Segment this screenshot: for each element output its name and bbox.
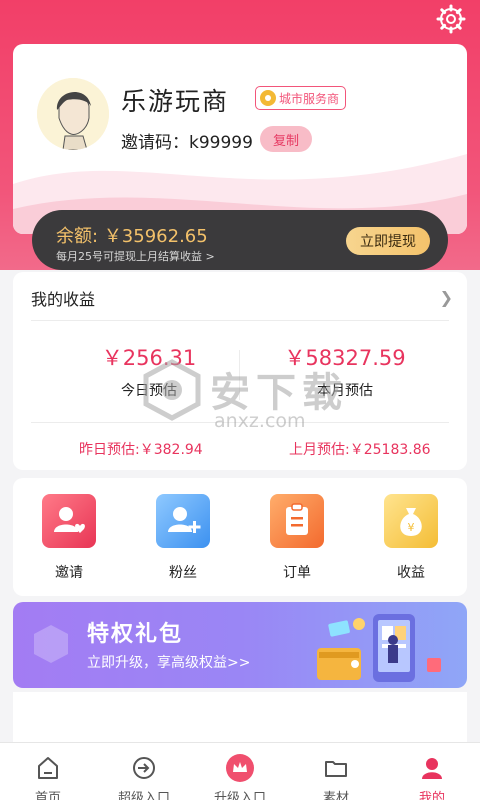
yesterday-estimate: 昨日预估:￥382.94: [79, 442, 203, 458]
invite-label: 邀请码：: [121, 133, 189, 153]
quick-action-label: 收益: [397, 565, 425, 581]
balance-value: ￥35962.65: [103, 226, 208, 247]
withdraw-button[interactable]: 立即提现: [346, 227, 430, 255]
quick-action-order[interactable]: 订单: [257, 494, 337, 582]
role-badge: 城市服务商: [255, 86, 347, 110]
quick-action-income[interactable]: ¥ 收益: [371, 494, 451, 582]
privilege-promo-banner[interactable]: 特权礼包 立即升级，享高级权益>>: [13, 602, 467, 688]
enter-icon: [133, 757, 155, 779]
invite-code-value: k99999: [189, 133, 253, 153]
divider: [31, 320, 449, 321]
user-name: 乐游玩商: [121, 87, 230, 116]
tab-upgrade[interactable]: 升级入口: [192, 754, 288, 800]
svg-text:¥: ¥: [408, 521, 415, 534]
chevron-right-icon[interactable]: ❯: [440, 288, 453, 307]
content-area: [13, 692, 467, 742]
quick-action-label: 邀请: [55, 565, 83, 581]
tab-label: 超级入口: [117, 791, 170, 800]
tab-mine[interactable]: 我的: [384, 755, 480, 800]
sun-icon: [260, 90, 276, 106]
promo-title: 特权礼包: [87, 622, 184, 647]
user-portrait-icon: [37, 78, 109, 150]
quick-action-fans[interactable]: 粉丝: [143, 494, 223, 582]
promo-subtitle: 立即升级，享高级权益>>: [87, 655, 251, 671]
tab-materials[interactable]: 素材: [288, 755, 384, 800]
crown-icon: [226, 754, 254, 782]
earnings-title: 我的收益: [31, 290, 96, 309]
tab-super-entry[interactable]: 超级入口: [96, 755, 192, 800]
hexagon-icon: [34, 625, 68, 663]
phone-shopping-illustration: [317, 614, 441, 682]
balance-label: 余额:: [56, 226, 99, 247]
tab-label: 首页: [34, 791, 61, 800]
money-bag-icon: ¥: [384, 494, 438, 548]
tab-home[interactable]: 首页: [0, 755, 96, 800]
copy-button[interactable]: 复制: [260, 126, 312, 152]
last-month-estimate: 上月预估:￥25183.86: [289, 442, 431, 458]
watermark: 安下载 anxz.com: [140, 352, 430, 442]
quick-action-label: 订单: [283, 565, 311, 581]
folder-icon: [325, 761, 347, 777]
watermark-logo-icon: [143, 359, 201, 421]
tab-label: 升级入口: [213, 791, 266, 800]
gear-icon: [436, 4, 466, 34]
watermark-sub: anxz.com: [214, 410, 306, 432]
quick-actions: 邀请 粉丝 订单 ¥ 收益: [13, 478, 467, 596]
profile-card: 乐游玩商 城市服务商 邀请码：k99999 复制: [13, 44, 467, 234]
balance-bar: 余额: ￥35962.65 每月25号可提现上月结算收益 > 立即提现: [32, 210, 448, 270]
invite-code: 邀请码：k99999: [121, 128, 253, 153]
order-clipboard-icon: [270, 494, 324, 548]
tab-label: 素材: [322, 791, 349, 800]
role-badge-label: 城市服务商: [279, 91, 340, 106]
invite-user-icon: [42, 494, 96, 548]
settings-button[interactable]: [436, 4, 466, 34]
tab-label: 我的: [418, 791, 445, 800]
quick-action-invite[interactable]: 邀请: [29, 494, 109, 582]
user-icon: [422, 758, 442, 779]
home-icon: [38, 757, 58, 779]
quick-action-label: 粉丝: [169, 565, 197, 581]
avatar[interactable]: [37, 78, 109, 150]
withdraw-note[interactable]: 每月25号可提现上月结算收益 >: [56, 248, 215, 264]
add-user-icon: [156, 494, 210, 548]
bottom-tab-bar: 首页 超级入口 升级入口 素材 我的: [0, 742, 480, 800]
balance-amount: 余额: ￥35962.65: [56, 222, 208, 248]
